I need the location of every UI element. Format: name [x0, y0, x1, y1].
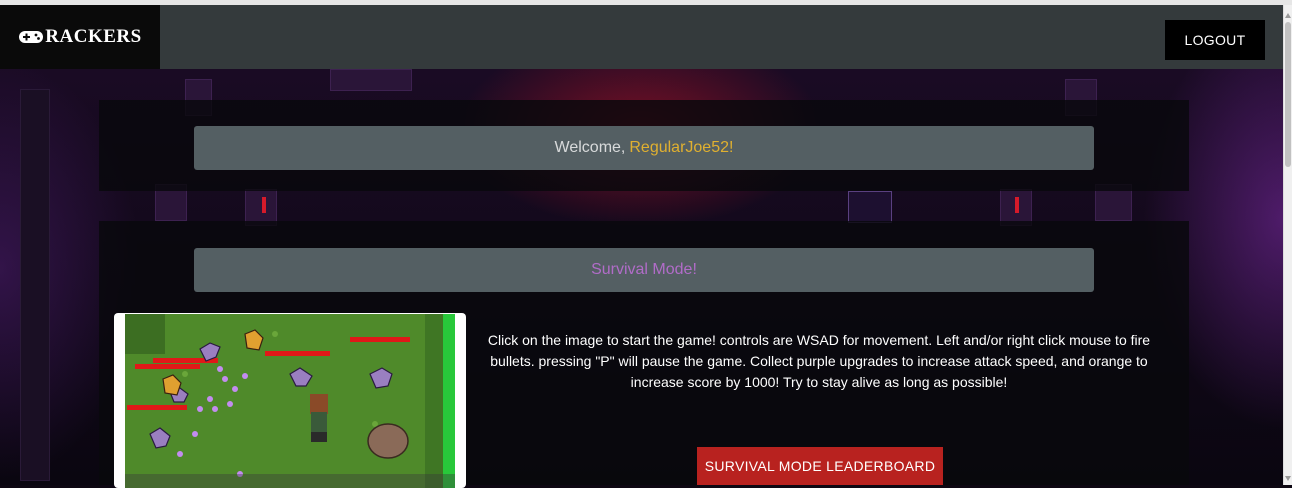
brand-text: RACKERS — [45, 26, 142, 47]
survival-leaderboard-button[interactable]: SURVIVAL MODE LEADERBOARD — [697, 447, 943, 485]
logout-button[interactable]: LOGOUT — [1165, 20, 1265, 60]
brand-logo[interactable]: RACKERS — [0, 5, 160, 69]
vertical-scrollbar[interactable] — [1283, 5, 1292, 485]
scrollbar-thumb[interactable] — [1285, 22, 1291, 167]
survival-title: Survival Mode! — [591, 261, 697, 278]
welcome-username: RegularJoe52! — [629, 139, 734, 156]
welcome-banner: Welcome, RegularJoe52! — [194, 126, 1094, 170]
welcome-panel: Welcome, RegularJoe52! — [99, 100, 1189, 191]
game-preview-image[interactable] — [114, 313, 466, 488]
top-navbar: RACKERS LOGOUT — [0, 5, 1284, 69]
scroll-up-arrow-icon[interactable] — [1285, 13, 1291, 18]
welcome-greeting: Welcome, — [554, 139, 626, 156]
survival-mode-panel: Survival Mode! Click on the image to sta… — [99, 221, 1189, 488]
game-screenshot-illustration — [125, 314, 455, 488]
game-instructions: Click on the image to start the game! co… — [487, 332, 1151, 390]
gamepad-icon — [19, 31, 44, 43]
survival-title-banner: Survival Mode! — [194, 248, 1094, 292]
scroll-down-arrow-icon[interactable] — [1285, 476, 1291, 481]
